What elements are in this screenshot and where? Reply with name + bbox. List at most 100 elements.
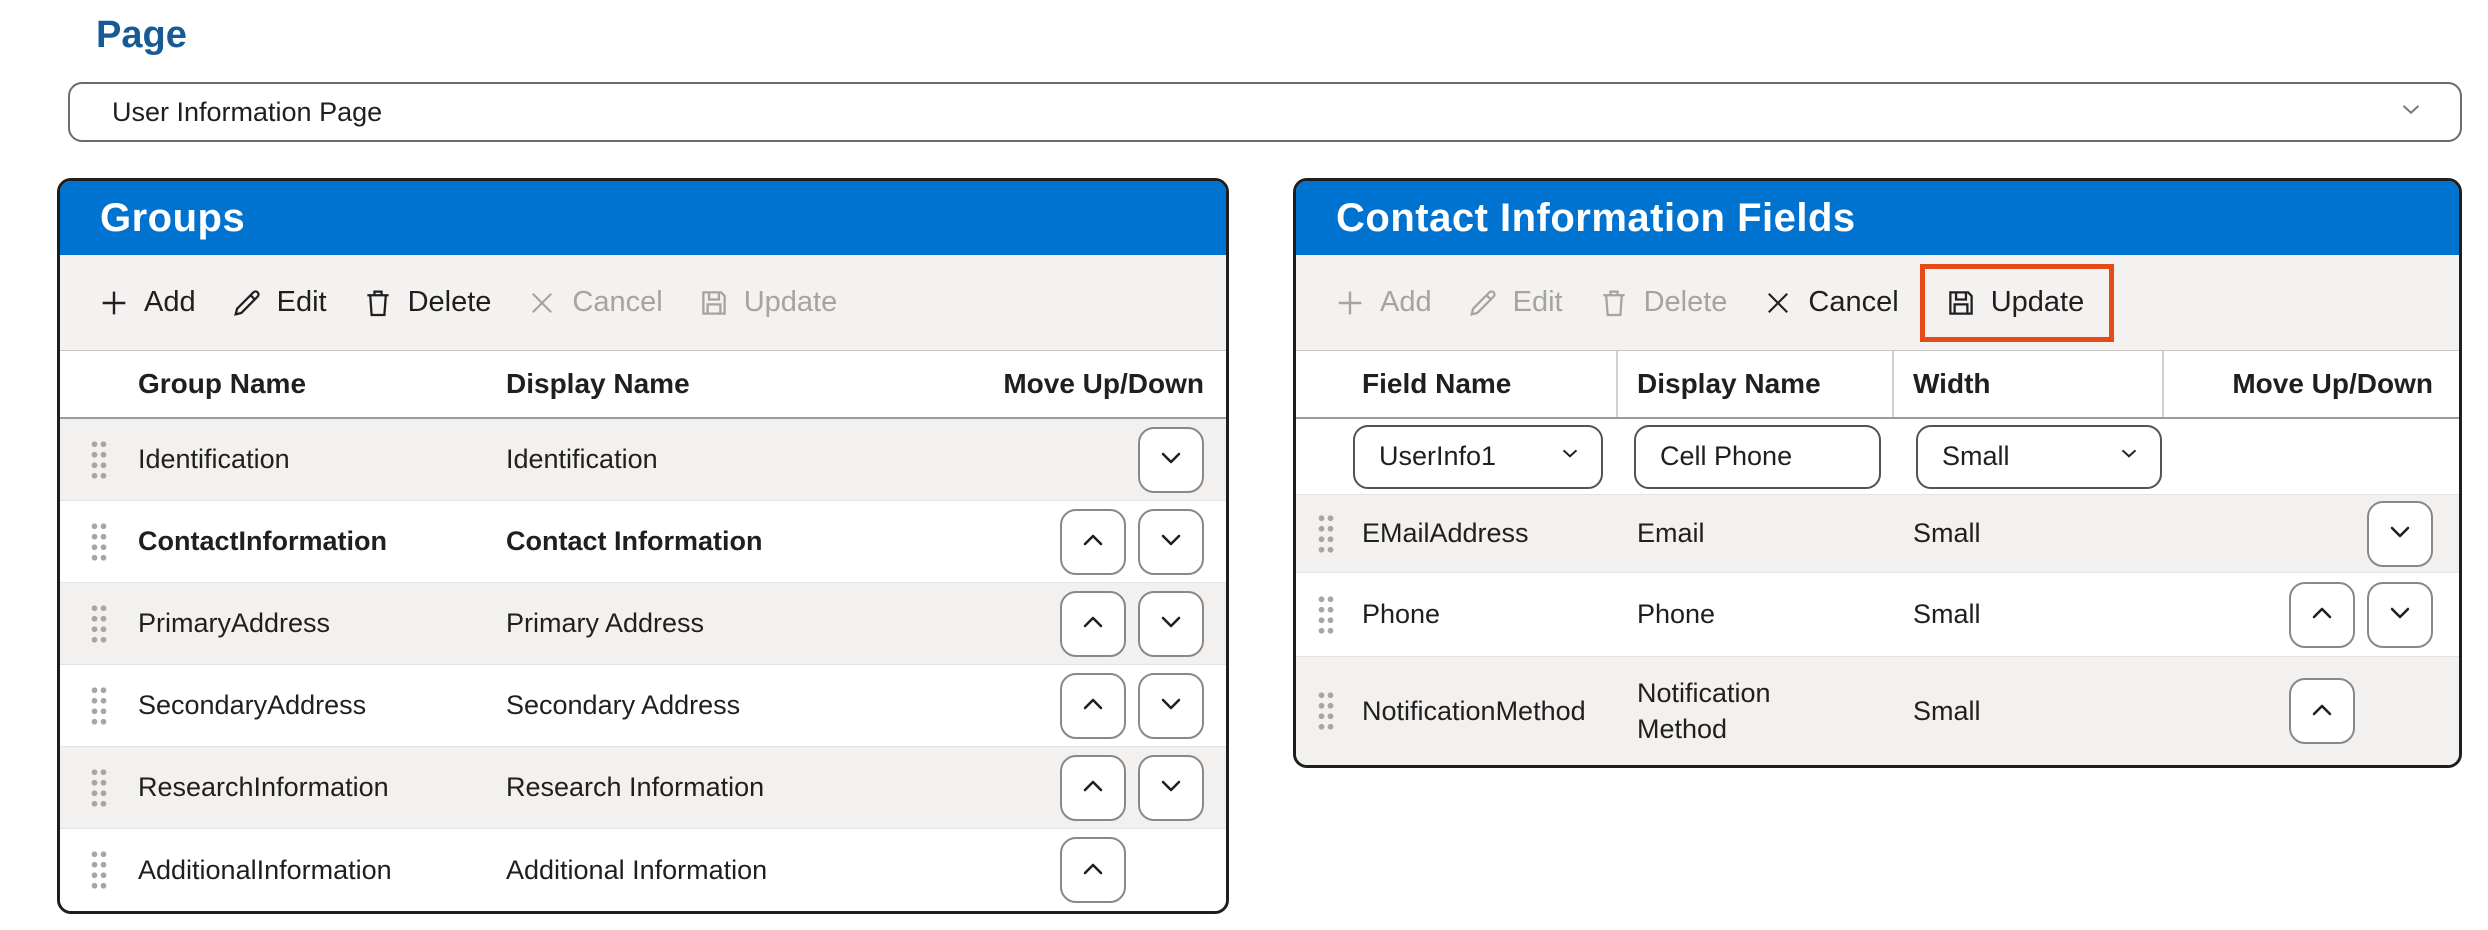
fields-table-header: Field Name Display Name Width Move Up/Do…	[1296, 351, 2459, 419]
drag-handle-icon[interactable]	[1317, 690, 1335, 732]
display-name-input[interactable]	[1634, 425, 1881, 489]
x-icon	[525, 286, 559, 320]
display-name-cell: Additional Information	[506, 855, 966, 886]
save-icon	[1944, 286, 1978, 320]
chevron-down-icon	[1557, 440, 1583, 473]
drag-handle-icon[interactable]	[90, 603, 108, 645]
chevron-down-icon	[1155, 524, 1187, 559]
group-name-cell: Identification	[138, 444, 506, 475]
table-row[interactable]: EMailAddress Email Small	[1296, 495, 2459, 573]
width-cell: Small	[1894, 518, 2164, 549]
move-up-button[interactable]	[2289, 678, 2355, 744]
width-cell: Small	[1894, 696, 2164, 727]
drag-handle-icon[interactable]	[1317, 513, 1335, 555]
column-header-move: Move Up/Down	[2164, 351, 2459, 417]
screen: Page User Information Page Groups Add Ed…	[0, 0, 2488, 930]
drag-handle-icon[interactable]	[90, 767, 108, 809]
chevron-down-icon	[2116, 440, 2142, 473]
column-header-width: Width	[1894, 351, 2164, 417]
display-name-cell: Research Information	[506, 772, 966, 803]
chevron-up-icon	[1077, 853, 1109, 888]
contact-information-fields-panel: Contact Information Fields Add Edit Dele…	[1293, 178, 2462, 768]
chevron-up-icon	[1077, 606, 1109, 641]
fields-toolbar: Add Edit Delete Cancel Update	[1296, 255, 2459, 351]
chevron-down-icon	[1155, 770, 1187, 805]
move-down-button[interactable]	[2367, 582, 2433, 648]
groups-panel: Groups Add Edit Delete Cancel Update	[57, 178, 1229, 914]
drag-handle-icon[interactable]	[1317, 594, 1335, 636]
chevron-up-icon	[1077, 688, 1109, 723]
chevron-down-icon	[2396, 94, 2426, 131]
chevron-down-icon	[2384, 516, 2416, 551]
move-up-button[interactable]	[1060, 509, 1126, 575]
chevron-up-icon	[2306, 597, 2338, 632]
field-name-cell: Phone	[1356, 599, 1618, 630]
edit-button[interactable]: Edit	[1449, 270, 1580, 336]
group-name-cell: ResearchInformation	[138, 772, 506, 803]
delete-button[interactable]: Delete	[1580, 270, 1745, 336]
update-button[interactable]: Update	[1927, 270, 2102, 336]
display-name-cell: Primary Address	[506, 608, 966, 639]
drag-handle-icon[interactable]	[90, 521, 108, 563]
move-up-button[interactable]	[1060, 591, 1126, 657]
groups-table-header: Group Name Display Name Move Up/Down	[60, 351, 1226, 419]
update-highlight-box: Update	[1920, 264, 2115, 342]
group-name-cell: SecondaryAddress	[138, 690, 506, 721]
move-up-button[interactable]	[2289, 582, 2355, 648]
table-row[interactable]: Phone Phone Small	[1296, 573, 2459, 657]
move-up-button[interactable]	[1060, 755, 1126, 821]
chevron-up-icon	[1077, 770, 1109, 805]
drag-handle-icon[interactable]	[90, 439, 108, 481]
trash-icon	[1597, 286, 1631, 320]
pencil-icon	[230, 286, 264, 320]
display-name-cell: Identification	[506, 444, 966, 475]
column-header-display-name: Display Name	[506, 351, 966, 417]
width-select[interactable]: Small	[1916, 425, 2162, 489]
move-up-button[interactable]	[1060, 837, 1126, 903]
page-title: Page	[96, 14, 187, 57]
move-down-button[interactable]	[1138, 427, 1204, 493]
save-icon	[697, 286, 731, 320]
table-row[interactable]: AdditionalInformation Additional Informa…	[60, 829, 1226, 911]
chevron-down-icon	[1155, 688, 1187, 723]
x-icon	[1761, 286, 1795, 320]
width-cell: Small	[1894, 599, 2164, 630]
drag-handle-icon[interactable]	[90, 849, 108, 891]
move-up-button[interactable]	[1060, 673, 1126, 739]
move-down-button[interactable]	[1138, 591, 1204, 657]
fields-panel-title: Contact Information Fields	[1296, 181, 2459, 255]
delete-button[interactable]: Delete	[344, 270, 509, 336]
column-header-group-name: Group Name	[138, 351, 506, 417]
cancel-button[interactable]: Cancel	[508, 270, 679, 336]
cancel-button[interactable]: Cancel	[1744, 270, 1915, 336]
trash-icon	[361, 286, 395, 320]
edit-row: UserInfo1 Small	[1296, 419, 2459, 495]
table-row[interactable]: ResearchInformation Research Information	[60, 747, 1226, 829]
display-name-cell: Phone	[1618, 596, 1894, 632]
plus-icon	[1333, 286, 1367, 320]
table-row[interactable]: ContactInformation Contact Information	[60, 501, 1226, 583]
move-down-button[interactable]	[1138, 755, 1204, 821]
group-name-cell: ContactInformation	[138, 526, 506, 557]
add-button[interactable]: Add	[1316, 270, 1449, 336]
move-down-button[interactable]	[1138, 509, 1204, 575]
add-button[interactable]: Add	[80, 270, 213, 336]
display-name-cell: Contact Information	[506, 526, 966, 557]
table-row[interactable]: SecondaryAddress Secondary Address	[60, 665, 1226, 747]
drag-handle-icon[interactable]	[90, 685, 108, 727]
move-down-button[interactable]	[1138, 673, 1204, 739]
table-row[interactable]: NotificationMethod Notification Method S…	[1296, 657, 2459, 765]
table-row[interactable]: Identification Identification	[60, 419, 1226, 501]
move-down-button[interactable]	[2367, 501, 2433, 567]
pencil-icon	[1466, 286, 1500, 320]
column-header-move: Move Up/Down	[966, 351, 1226, 417]
column-header-field-name: Field Name	[1296, 351, 1618, 417]
page-dropdown[interactable]: User Information Page	[68, 82, 2462, 142]
edit-button[interactable]: Edit	[213, 270, 344, 336]
column-header-display-name: Display Name	[1618, 351, 1894, 417]
table-row[interactable]: PrimaryAddress Primary Address	[60, 583, 1226, 665]
update-button[interactable]: Update	[680, 270, 855, 336]
field-name-select[interactable]: UserInfo1	[1353, 425, 1603, 489]
page-dropdown-value: User Information Page	[112, 97, 382, 128]
chevron-down-icon	[1155, 606, 1187, 641]
